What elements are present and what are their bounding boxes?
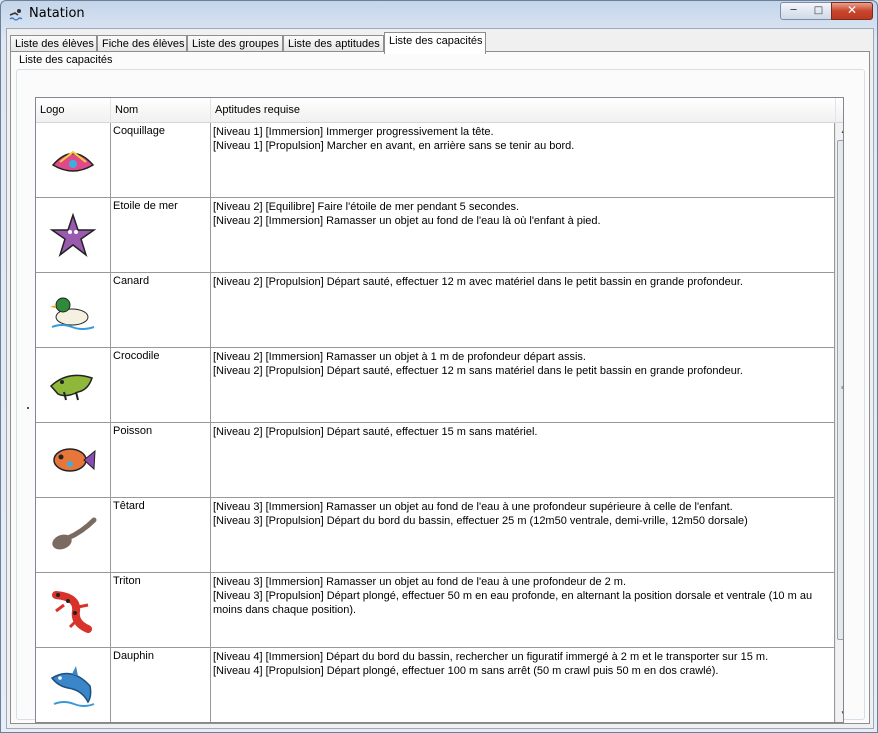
- aptitude-line: [Niveau 3] [Propulsion] Départ du bord d…: [213, 515, 748, 527]
- cell-nom: Triton: [111, 573, 211, 648]
- table-header: Logo Nom Aptitudes requise: [36, 98, 843, 123]
- table-row[interactable]: Poisson [Niveau 2] [Propulsion] Départ sa…: [36, 423, 835, 498]
- aptitude-line: [Niveau 1] [Propulsion] Marcher en avant…: [213, 140, 575, 152]
- cell-logo: [36, 498, 111, 573]
- aptitude-line: [Niveau 2] [Immersion] Ramasser un objet…: [213, 215, 601, 227]
- title-bar[interactable]: Natation ─ □ ✕: [1, 1, 877, 27]
- window-title: Natation: [29, 6, 85, 21]
- column-header-nom[interactable]: Nom: [111, 98, 211, 123]
- aptitude-line: [Niveau 2] [Propulsion] Départ sauté, ef…: [213, 365, 743, 377]
- cell-nom: Poisson: [111, 423, 211, 498]
- cell-aptitudes: [Niveau 2] [Equilibre] Faire l'étoile de…: [211, 198, 835, 273]
- grip-icon: ≡: [841, 385, 843, 392]
- cell-aptitudes: [Niveau 3] [Immersion] Ramasser un objet…: [211, 573, 835, 648]
- scroll-thumb[interactable]: ≡: [837, 140, 843, 640]
- aptitude-line: [Niveau 2] [Propulsion] Départ sauté, ef…: [213, 426, 538, 438]
- cell-logo: [36, 198, 111, 273]
- table-row[interactable]: Têtard [Niveau 3] [Immersion] Ramasser un…: [36, 498, 835, 573]
- aptitude-line: [Niveau 2] [Propulsion] Départ sauté, ef…: [213, 276, 743, 288]
- cell-aptitudes: [Niveau 2] [Immersion] Ramasser un objet…: [211, 348, 835, 423]
- cell-aptitudes: [Niveau 2] [Propulsion] Départ sauté, ef…: [211, 273, 835, 348]
- main-window: Natation ─ □ ✕ Liste des élèves Fiche de…: [0, 0, 878, 733]
- cell-logo: [36, 573, 111, 648]
- aptitude-line: [Niveau 3] [Immersion] Ramasser un objet…: [213, 501, 733, 513]
- table-row[interactable]: Crocodile [Niveau 2] [Immersion] Ramasser…: [36, 348, 835, 423]
- table-row[interactable]: Etoile de mer [Niveau 2] [Equilibre] Fair…: [36, 198, 835, 273]
- client-area: Liste des élèves Fiche des élèves Liste …: [6, 28, 874, 729]
- fish-icon: [53, 448, 96, 472]
- close-button[interactable]: ✕: [831, 2, 873, 20]
- splitter-dot: [27, 407, 29, 409]
- dolphin-icon: [50, 666, 95, 707]
- vertical-scrollbar[interactable]: ▲ ≡ ▼: [835, 123, 843, 722]
- swimmer-icon: [9, 9, 23, 21]
- scroll-up-arrow-icon[interactable]: ▲: [836, 123, 843, 139]
- cell-aptitudes: [Niveau 2] [Propulsion] Départ sauté, ef…: [211, 423, 835, 498]
- tadpole-icon: [52, 517, 97, 550]
- cell-nom: Dauphin: [111, 648, 211, 722]
- shell-icon: [51, 150, 95, 172]
- aptitude-line: [Niveau 2] [Immersion] Ramasser un objet…: [213, 351, 586, 363]
- cell-logo: [36, 273, 111, 348]
- aptitude-line: [Niveau 4] [Propulsion] Départ plongé, e…: [213, 665, 719, 677]
- crocodile-icon: [49, 374, 93, 401]
- aptitude-line: [Niveau 3] [Propulsion] Départ plongé, e…: [213, 590, 813, 616]
- group-label: Liste des capacités: [19, 54, 113, 66]
- cell-aptitudes: [Niveau 3] [Immersion] Ramasser un objet…: [211, 498, 835, 573]
- cell-nom: Têtard: [111, 498, 211, 573]
- cell-nom: Coquillage: [111, 123, 211, 198]
- cell-aptitudes: [Niveau 1] [Immersion] Immerger progress…: [211, 123, 835, 198]
- table-row[interactable]: Triton [Niveau 3] [Immersion] Ramasser un…: [36, 573, 835, 648]
- cell-logo: [36, 648, 111, 722]
- aptitude-line: [Niveau 1] [Immersion] Immerger progress…: [213, 126, 494, 138]
- tab-liste-capacites[interactable]: Liste des capacités: [384, 32, 486, 54]
- cell-nom: Etoile de mer: [111, 198, 211, 273]
- cell-logo: [36, 123, 111, 198]
- duck-icon: [50, 297, 95, 330]
- table-row[interactable]: Canard [Niveau 2] [Propulsion] Départ sau…: [36, 273, 835, 348]
- maximize-button[interactable]: □: [806, 2, 832, 20]
- table-row[interactable]: Coquillage [Niveau 1] [Immersion] Immerge…: [36, 123, 835, 198]
- table-row[interactable]: Dauphin [Niveau 4] [Immersion] Départ du …: [36, 648, 835, 722]
- column-header-logo[interactable]: Logo: [36, 98, 111, 123]
- column-header-aptitudes[interactable]: Aptitudes requise: [211, 98, 836, 123]
- aptitude-line: [Niveau 3] [Immersion] Ramasser un objet…: [213, 576, 627, 588]
- scroll-down-arrow-icon[interactable]: ▼: [836, 706, 843, 722]
- tab-panel: Liste des capacités Logo Nom Aptitudes r…: [10, 51, 870, 724]
- cell-nom: Crocodile: [111, 348, 211, 423]
- aptitude-line: [Niveau 2] [Equilibre] Faire l'étoile de…: [213, 201, 519, 213]
- cell-logo: [36, 423, 111, 498]
- capacites-table: Logo Nom Aptitudes requise Coquillage [Ni…: [35, 97, 844, 723]
- newt-icon: [52, 591, 92, 633]
- aptitude-line: [Niveau 4] [Immersion] Départ du bord du…: [213, 651, 769, 663]
- cell-aptitudes: [Niveau 4] [Immersion] Départ du bord du…: [211, 648, 835, 722]
- cell-nom: Canard: [111, 273, 211, 348]
- starfish-icon: [49, 212, 97, 258]
- minimize-button[interactable]: ─: [780, 2, 807, 20]
- cell-logo: [36, 348, 111, 423]
